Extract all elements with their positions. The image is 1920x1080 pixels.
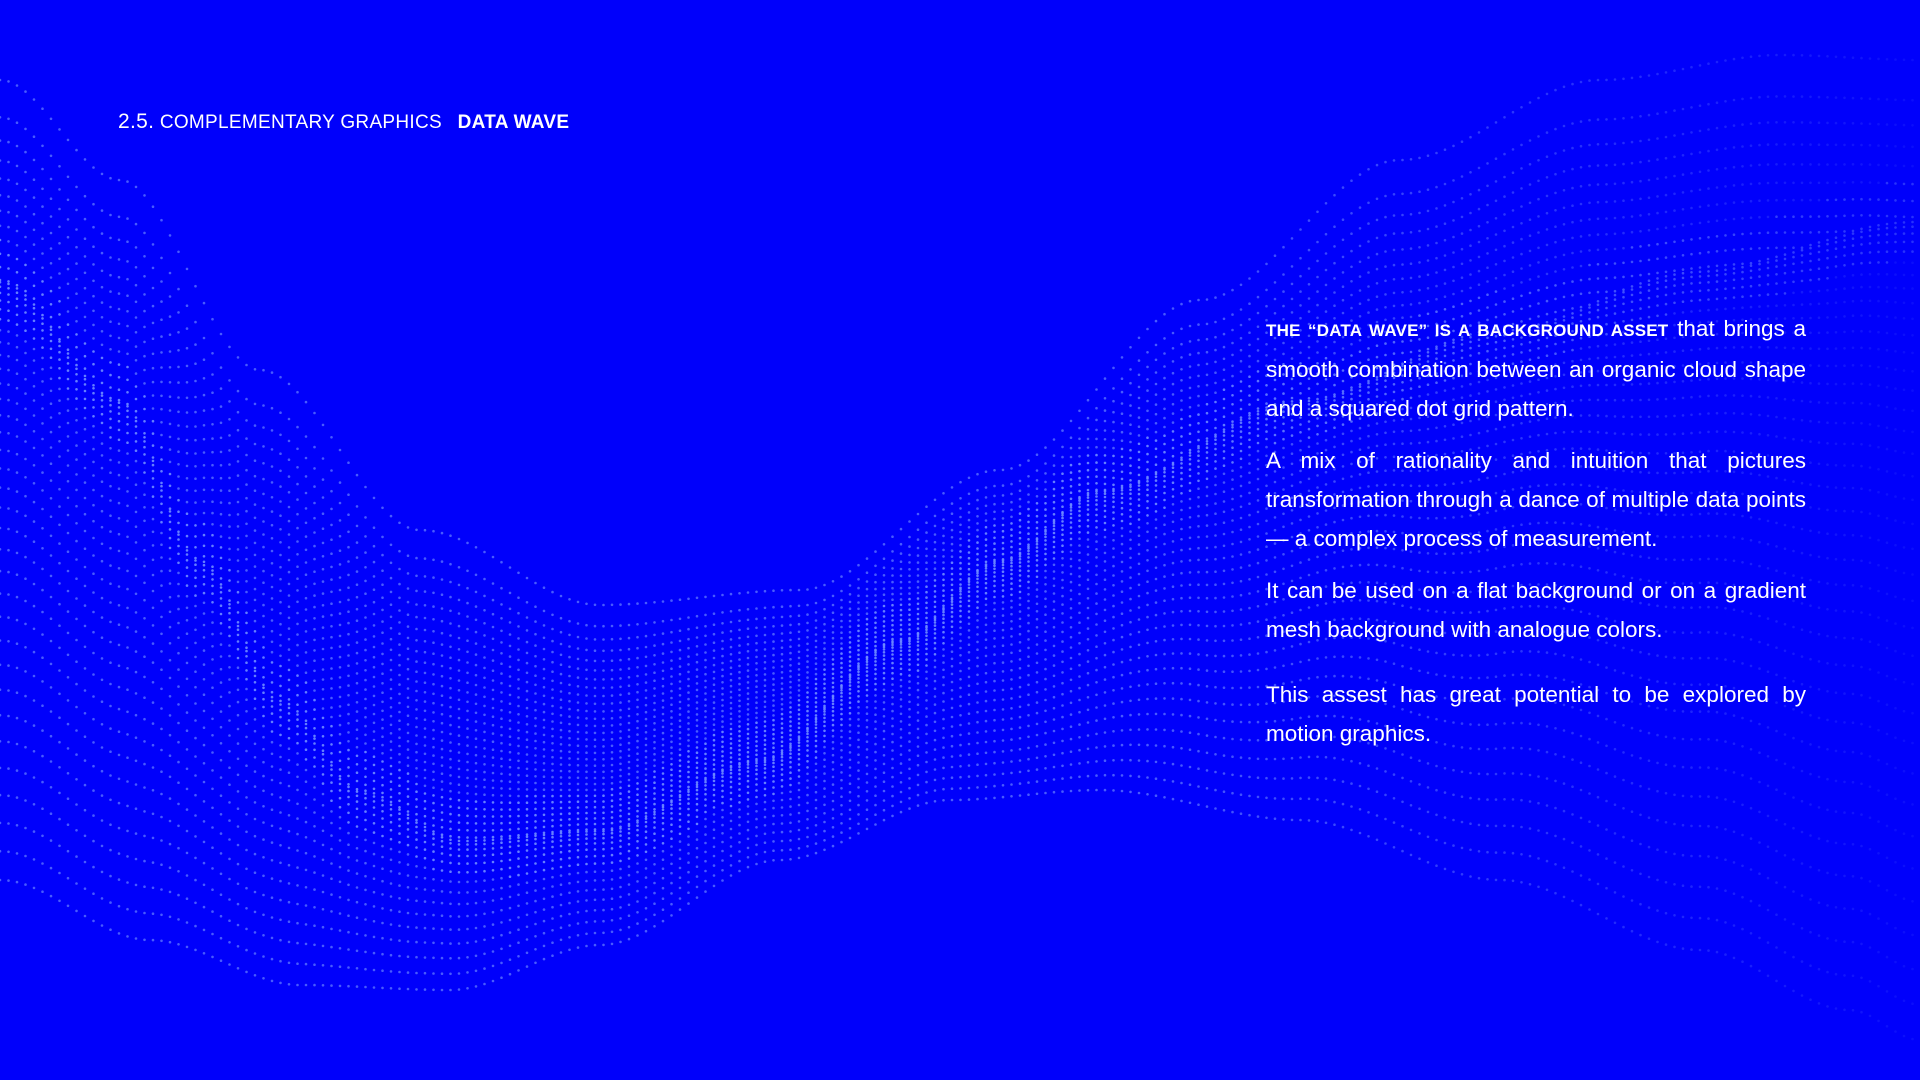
- paragraph-intro: THE “DATA WAVE” IS A BACKGROUND ASSET th…: [1266, 309, 1806, 428]
- section-number: 2.5.: [118, 110, 155, 133]
- description: THE “DATA WAVE” IS A BACKGROUND ASSET th…: [1266, 309, 1806, 766]
- paragraph-mix: A mix of rationality and intuition that …: [1266, 448, 1806, 551]
- breadcrumb: 2.5. COMPLEMENTARY GRAPHICS DATA WAVE: [118, 110, 569, 134]
- lead-caps: THE “DATA WAVE” IS A BACKGROUND ASSET: [1266, 321, 1669, 340]
- paragraph-motion: This assest has great potential to be ex…: [1266, 682, 1806, 746]
- page-title: DATA WAVE: [457, 112, 570, 133]
- section-title: COMPLEMENTARY GRAPHICS: [159, 112, 442, 133]
- paragraph-usage: It can be used on a flat background or o…: [1266, 578, 1806, 642]
- slide: 2.5. COMPLEMENTARY GRAPHICS DATA WAVE TH…: [0, 0, 1920, 1080]
